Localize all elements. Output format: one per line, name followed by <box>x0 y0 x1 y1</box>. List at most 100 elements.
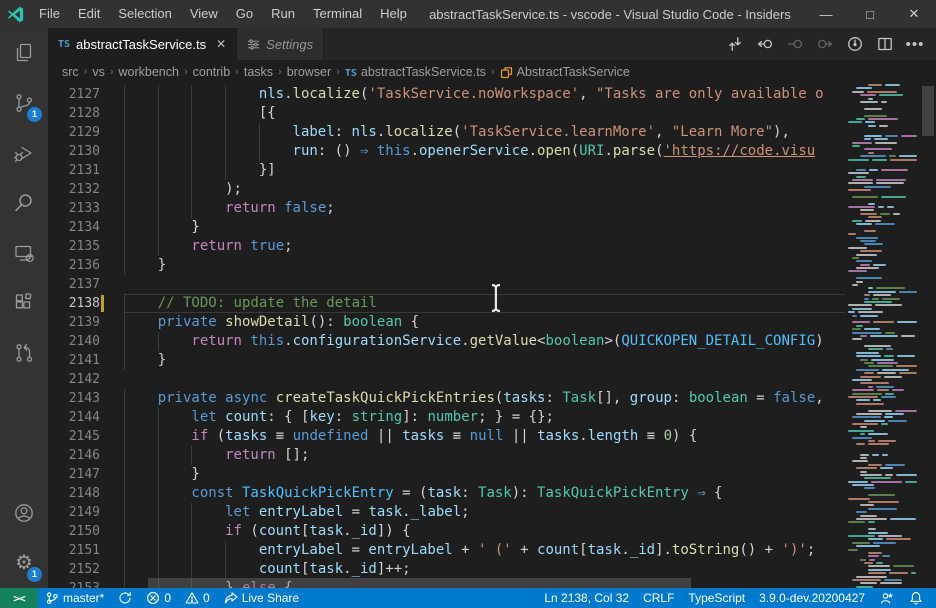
code-line-2133[interactable]: 2133return false; <box>48 199 845 218</box>
status-feedback[interactable] <box>872 588 902 608</box>
code-line-2144[interactable]: 2144let count: { [key: string]: number; … <box>48 408 845 427</box>
horizontal-scrollbar-slider[interactable] <box>148 578 691 588</box>
breadcrumb-separator: › <box>233 66 241 78</box>
breadcrumb-item-3[interactable]: workbench <box>119 65 179 79</box>
pull-requests-icon[interactable] <box>0 328 48 378</box>
breadcrumb-item-2[interactable]: vs <box>92 65 105 79</box>
minimap-line <box>845 515 920 517</box>
status-live-share[interactable]: Live Share <box>217 588 306 608</box>
breadcrumb-item-8[interactable]: AbstractTaskService <box>500 65 630 79</box>
status-label: CRLF <box>643 591 674 605</box>
menu-view[interactable]: View <box>181 0 227 28</box>
breadcrumb-item-7[interactable]: TSabstractTaskService.ts <box>345 65 486 79</box>
vertical-scrollbar-slider[interactable] <box>922 86 934 136</box>
remote-explorer-icon[interactable] <box>0 228 48 278</box>
code-line-2148[interactable]: 2148const TaskQuickPickEntry = (task: Ta… <box>48 484 845 503</box>
close-button[interactable]: ✕ <box>892 0 936 28</box>
extensions-icon[interactable] <box>0 278 48 328</box>
code-line-2147[interactable]: 2147} <box>48 465 845 484</box>
breadcrumb-item-1[interactable]: src <box>62 65 79 79</box>
status-cursor-position[interactable]: Ln 2138, Col 32 <box>537 588 636 608</box>
close-tab-icon[interactable]: ✕ <box>216 37 226 51</box>
menu-file[interactable]: File <box>30 0 69 28</box>
maximize-button[interactable]: □ <box>848 0 892 28</box>
manage-icon[interactable]: ⚙1 <box>0 538 48 588</box>
indent-guide <box>191 104 225 123</box>
status-sync[interactable] <box>111 588 139 608</box>
status-git-branch[interactable]: master* <box>38 588 111 608</box>
source-control-icon[interactable]: 1 <box>0 78 48 128</box>
status-language-mode[interactable]: TypeScript <box>681 588 752 608</box>
status-eol[interactable]: CRLF <box>636 588 681 608</box>
code-line-2131[interactable]: 2131}] <box>48 161 845 180</box>
code-line-2146[interactable]: 2146return []; <box>48 446 845 465</box>
menu-terminal[interactable]: Terminal <box>304 0 371 28</box>
remote-indicator[interactable]: >< <box>0 588 38 608</box>
minimap-line <box>845 440 920 442</box>
indent-guide <box>225 161 259 180</box>
code-line-2149[interactable]: 2149let entryLabel = task._label; <box>48 503 845 522</box>
code-line-2137[interactable]: 2137 <box>48 275 845 294</box>
split-editor-icon[interactable] <box>872 31 898 57</box>
explorer-icon[interactable] <box>0 28 48 78</box>
status-errors[interactable]: 0 <box>139 588 178 608</box>
gutter-decoration <box>100 579 124 588</box>
minimize-button[interactable]: — <box>804 0 848 28</box>
code-line-2128[interactable]: 2128[{ <box>48 104 845 123</box>
minimap-line <box>845 257 920 259</box>
code-line-text: count[task._id]++; <box>124 560 845 579</box>
ts-icon: TS <box>345 65 357 79</box>
line-number: 2130 <box>48 142 100 161</box>
code-line-2132[interactable]: 2132); <box>48 180 845 199</box>
status-warnings[interactable]: 0 <box>178 588 217 608</box>
breadcrumb-item-6[interactable]: browser <box>287 65 331 79</box>
minimap-line <box>845 454 920 456</box>
minimap-line <box>845 182 920 184</box>
run-task-icon[interactable] <box>842 31 868 57</box>
code-line-2141[interactable]: 2141} <box>48 351 845 370</box>
code-line-2150[interactable]: 2150if (count[task._id]) { <box>48 522 845 541</box>
breadcrumb-item-4[interactable]: contrib <box>193 65 231 79</box>
gutter-decoration <box>100 427 124 446</box>
code-line-2140[interactable]: 2140return this.configurationService.get… <box>48 332 845 351</box>
status-notifications[interactable] <box>902 588 930 608</box>
more-actions-icon[interactable]: ••• <box>902 31 928 57</box>
code-line-2152[interactable]: 2152count[task._id]++; <box>48 560 845 579</box>
code-line-2134[interactable]: 2134} <box>48 218 845 237</box>
code-line-2130[interactable]: 2130run: () ⇒ this.openerService.open(UR… <box>48 142 845 161</box>
code-line-2151[interactable]: 2151entryLabel = entryLabel + ' (' + cou… <box>48 541 845 560</box>
menu-help[interactable]: Help <box>371 0 416 28</box>
tab-abstracttaskservice[interactable]: TS abstractTaskService.ts ✕ <box>48 28 237 60</box>
menu-go[interactable]: Go <box>227 0 262 28</box>
minimap[interactable] <box>845 84 920 588</box>
status-version[interactable]: 3.9.0-dev.20200427 <box>752 588 872 608</box>
code-line-2129[interactable]: 2129label: nls.localize('TaskService.lea… <box>48 123 845 142</box>
minimap-line <box>845 148 920 150</box>
tab-settings[interactable]: Settings <box>237 28 324 60</box>
navigate-previous-icon[interactable] <box>782 31 808 57</box>
code-line-2145[interactable]: 2145if (tasks ≡ undefined || tasks ≡ nul… <box>48 427 845 446</box>
code-line-2127[interactable]: 2127nls.localize('TaskService.noWorkspac… <box>48 85 845 104</box>
accounts-icon[interactable] <box>0 488 48 538</box>
menu-run[interactable]: Run <box>262 0 304 28</box>
code-line-2139[interactable]: 2139private showDetail(): boolean { <box>48 313 845 332</box>
breadcrumb-item-5[interactable]: tasks <box>244 65 273 79</box>
minimap-line <box>845 287 920 289</box>
code-line-2135[interactable]: 2135return true; <box>48 237 845 256</box>
code-editor[interactable]: 2127nls.localize('TaskService.noWorkspac… <box>48 84 936 588</box>
code-line-2136[interactable]: 2136} <box>48 256 845 275</box>
menu-selection[interactable]: Selection <box>109 0 180 28</box>
code-area[interactable]: 2127nls.localize('TaskService.noWorkspac… <box>48 84 845 588</box>
code-line-2143[interactable]: 2143private async createTaskQuickPickEnt… <box>48 389 845 408</box>
run-and-debug-icon[interactable] <box>0 128 48 178</box>
navigate-forward-icon[interactable] <box>812 31 838 57</box>
indent-guide <box>158 199 192 218</box>
code-line-2142[interactable]: 2142 <box>48 370 845 389</box>
menu-edit[interactable]: Edit <box>69 0 109 28</box>
open-changes-icon[interactable] <box>722 31 748 57</box>
minimap-line <box>845 179 920 181</box>
code-line-2138[interactable]: 2138// TODO: update the detail <box>48 294 845 313</box>
search-icon[interactable] <box>0 178 48 228</box>
navigate-back-icon[interactable] <box>752 31 778 57</box>
vertical-scrollbar[interactable] <box>920 84 936 588</box>
